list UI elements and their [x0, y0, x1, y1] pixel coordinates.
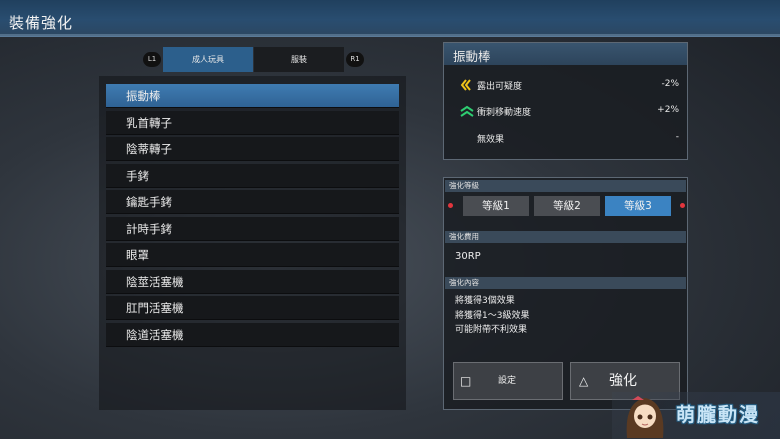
level-3-button[interactable]: 等級3 [605, 196, 671, 216]
effect-value-none: - [675, 132, 679, 142]
list-item-clit-rotor[interactable]: 陰蒂轉子 [106, 137, 399, 161]
square-button-icon: □ [460, 374, 472, 388]
top-header-bar: 裝備強化 [0, 0, 780, 37]
r1-bumper-icon[interactable]: R1 [346, 52, 364, 67]
level-section-header: 強化等級 [445, 180, 686, 192]
content-line-1: 將獲得3個效果 [455, 296, 515, 306]
effect-value-dash-speed: +2% [657, 105, 679, 115]
watermark: 萌朧動漫 [612, 392, 780, 439]
left-indicator-dot-icon [448, 203, 453, 208]
effect-label-none: 無效果 [477, 135, 505, 145]
effect-label-exposure: 露出可疑度 [477, 82, 523, 92]
detail-header: 振動棒 [444, 43, 687, 65]
tab-adult-toys[interactable]: 成人玩具 [163, 47, 253, 72]
mascot-logo-icon [626, 396, 664, 438]
list-item-anal-piston[interactable]: 肛門活塞機 [106, 296, 399, 320]
yellow-double-chevron-left-icon [460, 79, 471, 91]
cost-section-header: 強化費用 [445, 231, 686, 243]
l1-bumper-icon[interactable]: L1 [143, 52, 161, 67]
list-item-blindfold[interactable]: 眼罩 [106, 243, 399, 267]
list-item-vaginal-piston[interactable]: 陰道活塞機 [106, 323, 399, 347]
effect-label-dash-speed: 衝刺移動速度 [477, 108, 532, 118]
cost-value: 30RP [455, 251, 481, 262]
triangle-button-icon: △ [579, 374, 589, 388]
list-item-handcuffs[interactable]: 手銬 [106, 164, 399, 188]
content-section-header: 強化內容 [445, 277, 686, 289]
right-indicator-dot-icon [680, 203, 685, 208]
list-item-vibrator[interactable]: 振動棒 [106, 84, 399, 108]
detail-title: 振動棒 [453, 49, 491, 64]
list-item-penis-piston[interactable]: 陰莖活塞機 [106, 270, 399, 294]
list-item-nipple-rotor[interactable]: 乳首轉子 [106, 111, 399, 135]
level-1-button[interactable]: 等級1 [463, 196, 529, 216]
header-divider [0, 34, 780, 36]
list-item-timer-handcuffs[interactable]: 計時手銬 [106, 217, 399, 241]
watermark-text: 萌朧動漫 [676, 404, 761, 426]
effect-value-exposure: -2% [661, 79, 679, 89]
content-line-3: 可能附帶不利效果 [455, 325, 528, 335]
green-double-chevron-up-icon [460, 105, 474, 117]
level-2-button[interactable]: 等級2 [534, 196, 600, 216]
content-line-2: 將獲得1～3級效果 [455, 311, 530, 321]
list-item-key-handcuffs[interactable]: 鑰匙手銬 [106, 190, 399, 214]
page-title: 裝備強化 [9, 14, 74, 32]
settings-button[interactable]: □ 設定 [453, 362, 563, 400]
settings-button-label: 設定 [498, 376, 517, 386]
tab-clothing[interactable]: 服裝 [254, 47, 344, 72]
